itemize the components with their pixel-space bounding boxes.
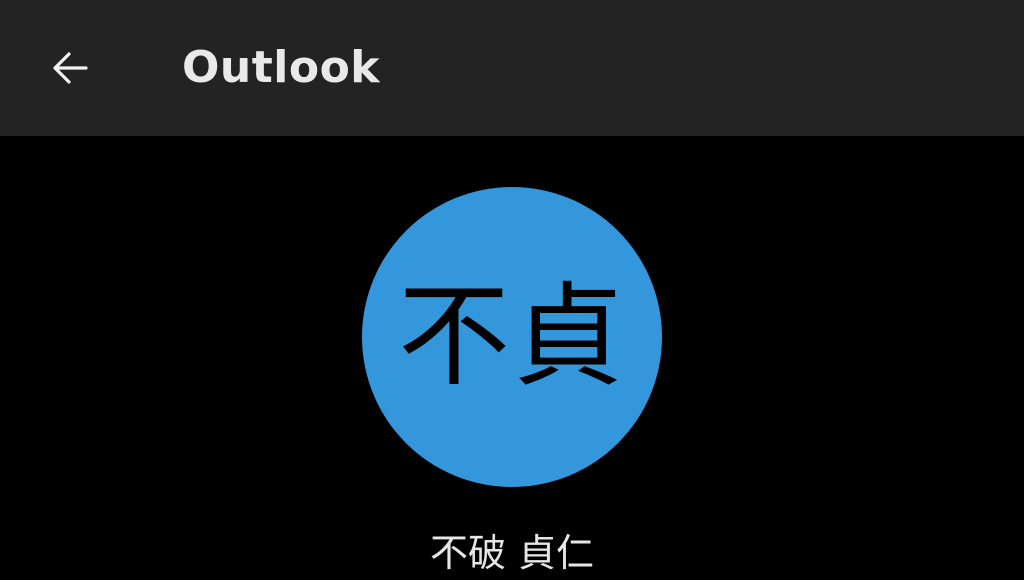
- back-button[interactable]: [28, 30, 112, 106]
- arrow-left-icon: [53, 52, 88, 84]
- avatar: 不貞: [362, 187, 662, 487]
- avatar-initials: 不貞: [398, 272, 626, 402]
- top-app-bar: Outlook: [0, 0, 1024, 136]
- app-title: Outlook: [182, 42, 381, 93]
- contact-screen: Outlook 不貞 不破 貞仁: [0, 0, 1024, 580]
- contact-name: 不破 貞仁: [429, 531, 595, 575]
